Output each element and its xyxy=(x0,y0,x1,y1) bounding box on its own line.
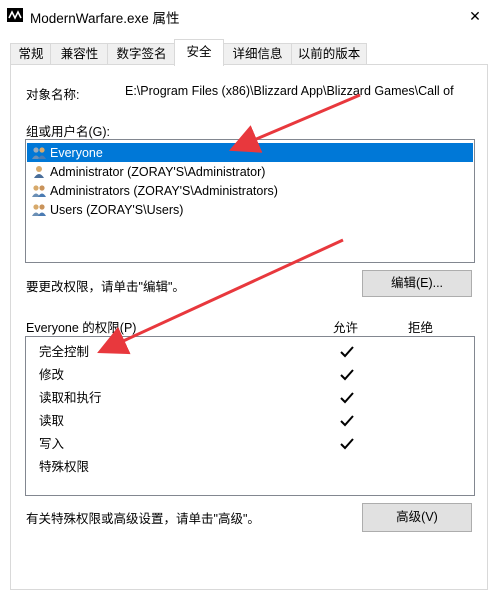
tab-security[interactable]: 安全 xyxy=(174,39,224,66)
annotation-arrow-full-control xyxy=(97,238,344,355)
annotation-arrow-everyone xyxy=(228,93,361,153)
annotation-arrows xyxy=(97,93,361,355)
